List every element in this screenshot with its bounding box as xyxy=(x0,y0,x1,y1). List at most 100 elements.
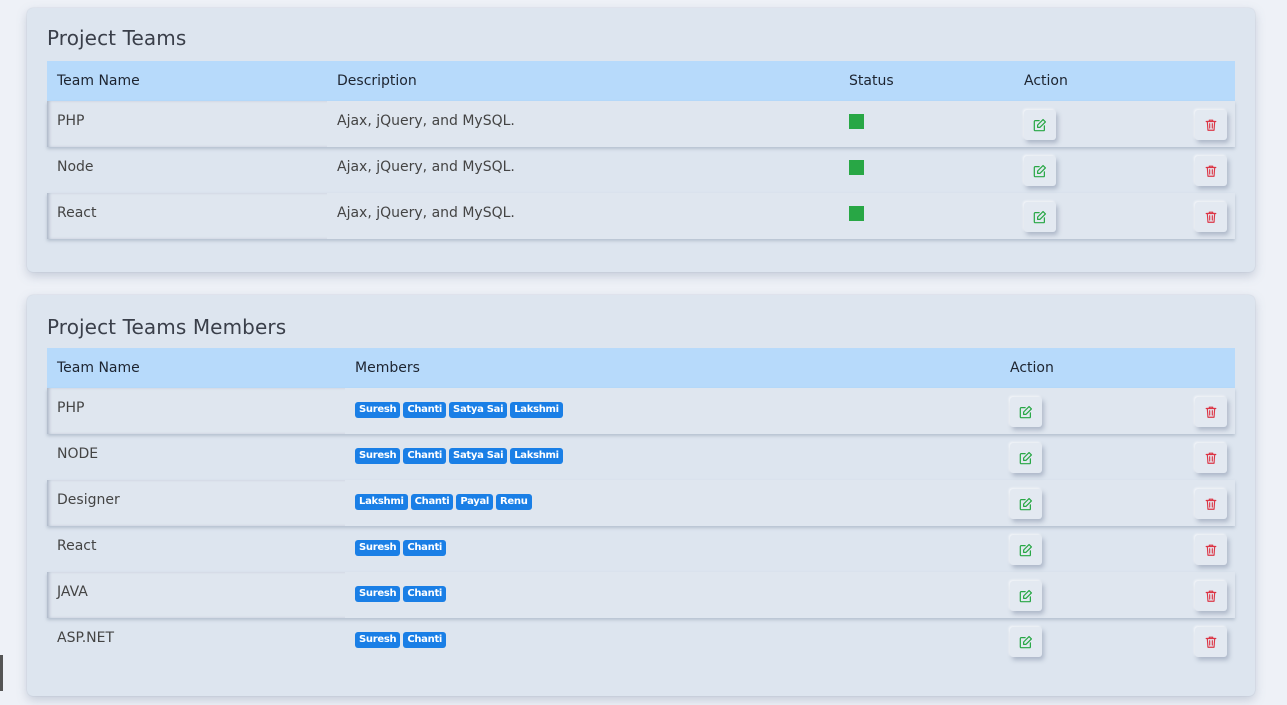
team-name-cell: Node xyxy=(57,159,94,175)
col-header-team-name: Team Name xyxy=(47,61,327,101)
delete-button[interactable] xyxy=(1195,443,1227,473)
team-name-cell: ASP.NET xyxy=(57,630,115,646)
delete-button[interactable] xyxy=(1195,202,1227,232)
delete-button[interactable] xyxy=(1195,627,1227,657)
member-badge: Chanti xyxy=(410,494,454,510)
edit-icon xyxy=(1033,164,1047,178)
delete-button[interactable] xyxy=(1195,535,1227,565)
member-badge: Suresh xyxy=(355,402,401,418)
col-header-action: Action xyxy=(1000,348,1235,388)
edit-icon xyxy=(1019,451,1033,465)
team-name-cell: JAVA xyxy=(47,572,345,618)
trash-icon xyxy=(1204,543,1218,557)
edit-button[interactable] xyxy=(1024,202,1056,232)
project-teams-title: Project Teams xyxy=(47,26,187,50)
description-cell: Ajax, jQuery, and MySQL. xyxy=(327,101,839,147)
status-indicator xyxy=(849,114,864,129)
table-row: React Ajax, jQuery, and MySQL. xyxy=(47,193,1235,239)
table-row: React Suresh Chanti xyxy=(47,526,1235,572)
action-cell xyxy=(1000,572,1235,618)
project-teams-members-table: Team Name Members Action PHP Suresh Chanti… xyxy=(47,348,1235,664)
edit-button[interactable] xyxy=(1010,535,1042,565)
edit-button[interactable] xyxy=(1024,156,1056,186)
trash-icon xyxy=(1204,635,1218,649)
trash-icon xyxy=(1204,451,1218,465)
row-actions xyxy=(1010,397,1235,430)
table-row: NODE Suresh Chanti Satya Sai Lakshmi xyxy=(47,434,1235,480)
action-cell xyxy=(1014,193,1235,239)
description-cell: Ajax, jQuery, and MySQL. xyxy=(337,159,515,175)
edit-icon xyxy=(1019,405,1033,419)
col-header-members: Members xyxy=(345,348,1000,388)
member-badge: Lakshmi xyxy=(510,448,563,464)
team-name-cell: React xyxy=(57,538,97,554)
project-teams-card: Project Teams Team Name Description Stat… xyxy=(27,8,1255,272)
team-name-cell: Designer xyxy=(47,480,345,526)
edit-button[interactable] xyxy=(1010,627,1042,657)
member-badge: Payal xyxy=(456,494,494,510)
delete-button[interactable] xyxy=(1195,156,1227,186)
project-teams-table: Team Name Description Status Action PHP A… xyxy=(47,61,1235,239)
member-badges: Suresh Chanti Satya Sai Lakshmi xyxy=(355,446,1000,464)
edit-button[interactable] xyxy=(1024,110,1056,140)
delete-button[interactable] xyxy=(1195,489,1227,519)
action-cell xyxy=(1000,480,1235,526)
col-header-status: Status xyxy=(839,61,1014,101)
delete-button[interactable] xyxy=(1195,581,1227,611)
col-header-description: Description xyxy=(327,61,839,101)
table-row: Node Ajax, jQuery, and MySQL. xyxy=(47,147,1235,193)
action-cell xyxy=(1000,388,1235,434)
col-header-team-name: Team Name xyxy=(47,348,345,388)
edit-icon xyxy=(1019,589,1033,603)
member-badge: Suresh xyxy=(355,586,401,602)
edit-icon xyxy=(1019,635,1033,649)
action-cell xyxy=(1014,101,1235,147)
trash-icon xyxy=(1204,210,1218,224)
edit-button[interactable] xyxy=(1010,443,1042,473)
member-badges: Suresh Chanti xyxy=(355,538,1000,556)
edit-button[interactable] xyxy=(1010,489,1042,519)
status-indicator xyxy=(849,160,864,175)
status-indicator xyxy=(849,206,864,221)
edit-button[interactable] xyxy=(1010,581,1042,611)
member-badges: Lakshmi Chanti Payal Renu xyxy=(355,492,1000,510)
member-badge: Chanti xyxy=(403,540,447,556)
row-actions xyxy=(1024,202,1235,235)
member-badge: Chanti xyxy=(403,402,447,418)
row-actions xyxy=(1024,156,1235,189)
action-cell xyxy=(1000,526,1235,572)
member-badge: Satya Sai xyxy=(449,448,508,464)
table-row: Designer Lakshmi Chanti Payal Renu xyxy=(47,480,1235,526)
members-cell: Suresh Chanti Satya Sai Lakshmi xyxy=(345,388,1000,434)
delete-button[interactable] xyxy=(1195,110,1227,140)
trash-icon xyxy=(1204,497,1218,511)
members-cell: Suresh Chanti Satya Sai Lakshmi xyxy=(345,434,1000,480)
member-badge: Suresh xyxy=(355,540,401,556)
table-header-row: Team Name Description Status Action xyxy=(47,61,1235,101)
status-cell xyxy=(839,147,1014,193)
row-actions xyxy=(1010,535,1235,568)
member-badge: Lakshmi xyxy=(355,494,408,510)
members-cell: Lakshmi Chanti Payal Renu xyxy=(345,480,1000,526)
member-badges: Suresh Chanti Satya Sai Lakshmi xyxy=(355,400,1000,418)
edit-button[interactable] xyxy=(1010,397,1042,427)
row-actions xyxy=(1010,627,1235,660)
edit-icon xyxy=(1033,210,1047,224)
member-badge: Renu xyxy=(496,494,532,510)
delete-button[interactable] xyxy=(1195,397,1227,427)
row-actions xyxy=(1010,581,1235,614)
team-name-cell: NODE xyxy=(57,446,99,462)
status-cell xyxy=(839,193,1014,239)
members-cell: Suresh Chanti xyxy=(345,572,1000,618)
project-teams-members-title: Project Teams Members xyxy=(47,315,287,339)
table-row: PHP Ajax, jQuery, and MySQL. xyxy=(47,101,1235,147)
trash-icon xyxy=(1204,118,1218,132)
trash-icon xyxy=(1204,405,1218,419)
project-teams-members-card: Project Teams Members Team Name Members … xyxy=(27,295,1255,696)
row-actions xyxy=(1010,489,1235,522)
table-header-row: Team Name Members Action xyxy=(47,348,1235,388)
table-row: ASP.NET Suresh Chanti xyxy=(47,618,1235,664)
members-cell: Suresh Chanti xyxy=(345,618,1000,664)
action-cell xyxy=(1000,618,1235,664)
team-name-cell: PHP xyxy=(47,388,345,434)
